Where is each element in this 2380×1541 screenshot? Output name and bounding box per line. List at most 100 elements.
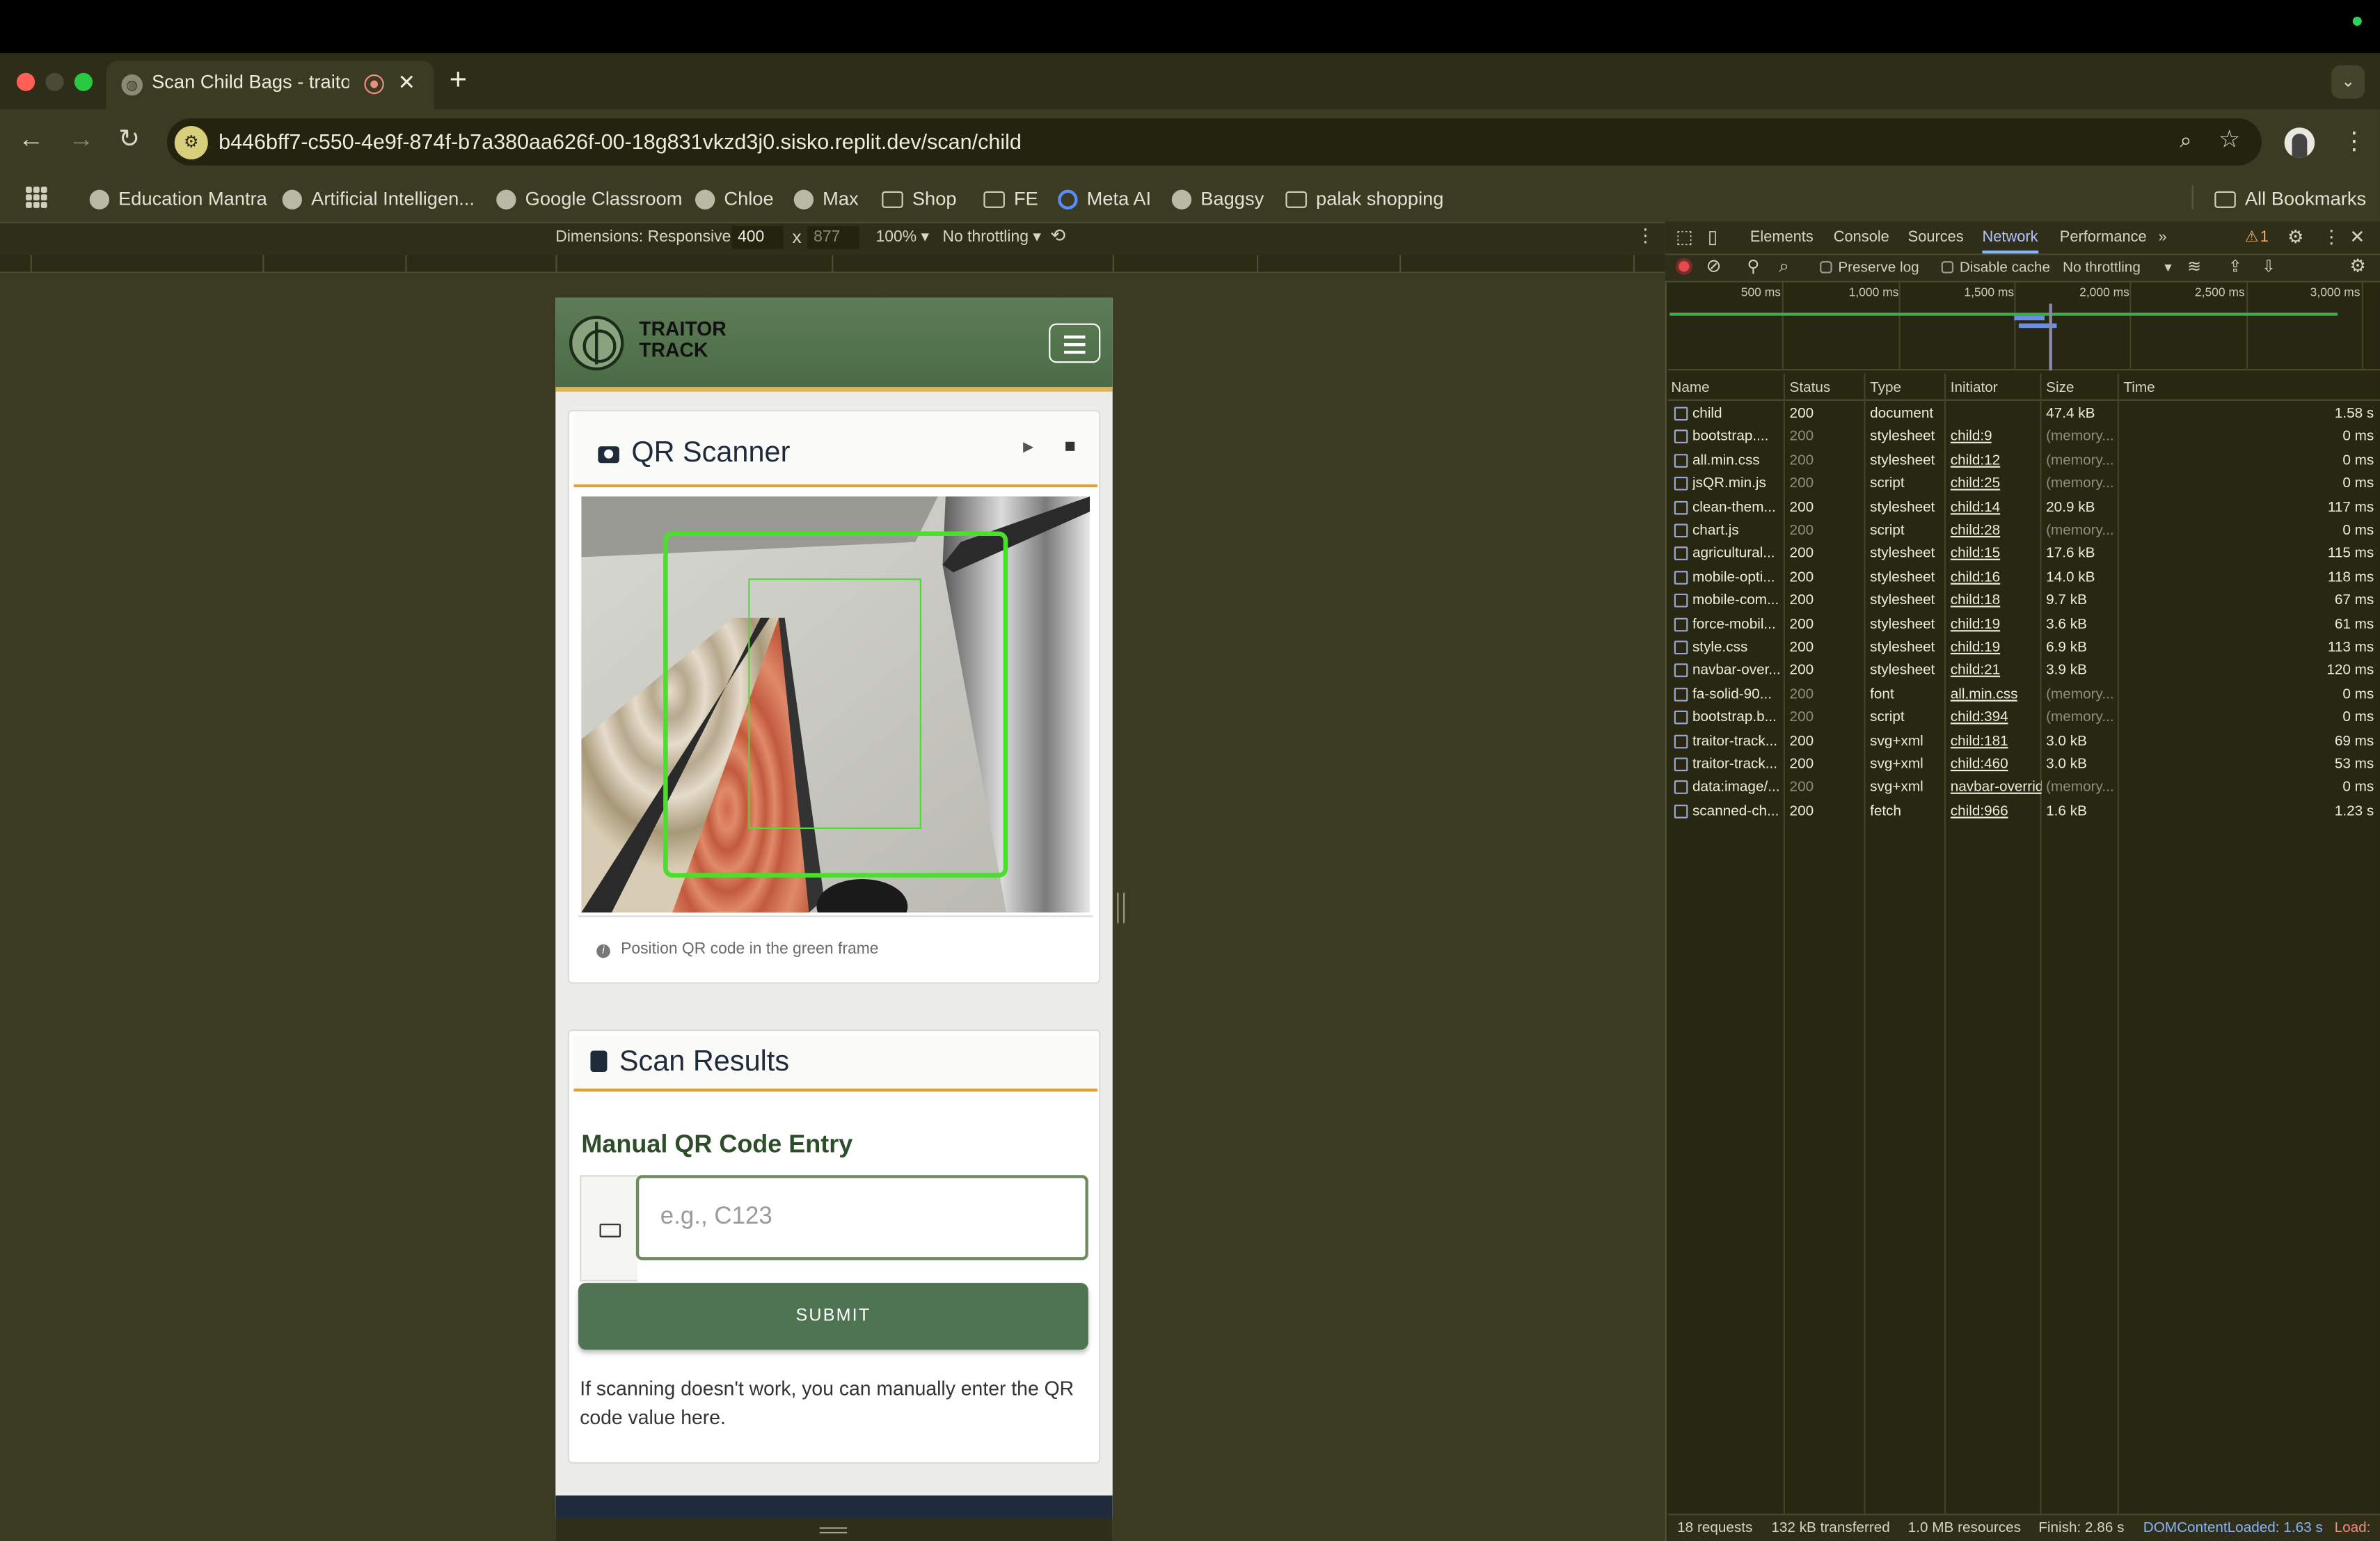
cell-initiator[interactable]: child:19 (1951, 616, 2000, 633)
cell-initiator[interactable]: all.min.css (1951, 686, 2018, 702)
table-row[interactable]: traitor-track... 200 svg+xml child:181 3.0 k… (1668, 729, 2380, 753)
table-row[interactable]: data:image/... 200 svg+xml navbar-overrid (m… (1668, 776, 2380, 800)
cell-initiator[interactable]: child:181 (1951, 733, 2008, 750)
table-row[interactable]: fa-solid-90... 200 font all.min.css (memory.… (1668, 683, 2380, 706)
close-devtools-icon[interactable]: ✕ (2349, 226, 2365, 248)
tab-search-chevron-icon[interactable]: ⌄ (2331, 65, 2365, 99)
table-row[interactable]: bootstrap.b... 200 script child:394 (memory.… (1668, 706, 2380, 730)
preserve-log-checkbox[interactable]: Preserve log (1820, 260, 1919, 276)
table-row[interactable]: clean-them... 200 stylesheet child:14 20.9 k… (1668, 496, 2380, 519)
search-icon[interactable]: ⌕ (1779, 255, 1789, 278)
bookmark-max[interactable]: Max (793, 185, 859, 212)
warning-icon[interactable]: ⚠ (2245, 229, 2259, 246)
table-row[interactable]: bootstrap.... 200 stylesheet child:9 (memory… (1668, 426, 2380, 450)
minimize-window-button[interactable] (45, 72, 64, 91)
url-text[interactable]: b446bff7-c550-4e9f-874f-b7a380aa626f-00-… (219, 129, 1022, 153)
disable-cache-checkbox[interactable]: Disable cache (1941, 260, 2050, 276)
zoom-icon[interactable]: ⌕ (2180, 127, 2191, 153)
zoom-select[interactable]: 100% ▾ (876, 228, 929, 246)
tab-sources[interactable]: Sources (1908, 229, 1964, 246)
table-row[interactable]: mobile-opti... 200 stylesheet child:16 14.0 … (1668, 566, 2380, 590)
filter-icon[interactable]: ⚲ (1747, 257, 1759, 276)
table-row[interactable]: style.css 200 stylesheet child:19 6.9 kB 113 … (1668, 636, 2380, 660)
column-name[interactable]: Name (1671, 379, 1709, 396)
import-har-icon[interactable]: ⇪ (2228, 257, 2242, 276)
network-conditions-icon[interactable]: ≋ (2187, 257, 2201, 276)
cell-initiator[interactable]: child:16 (1951, 569, 2000, 586)
viewport-side-resize-handle[interactable] (1117, 892, 1125, 924)
table-row[interactable]: navbar-over... 200 stylesheet child:21 3.9 k… (1668, 660, 2380, 683)
qr-code-input[interactable] (635, 1175, 1088, 1261)
rotate-icon[interactable]: ⟲ (1050, 225, 1065, 246)
close-tab-icon[interactable]: ✕ (397, 70, 415, 95)
all-bookmarks-button[interactable]: All Bookmarks (2214, 185, 2366, 212)
cell-initiator[interactable]: child:21 (1951, 663, 2000, 679)
table-row[interactable]: chart.js 200 script child:28 (memory... 0 ms (1668, 519, 2380, 543)
settings-gear-icon[interactable]: ⚙ (2287, 226, 2303, 248)
table-row[interactable]: force-mobil... 200 stylesheet child:19 3.6 k… (1668, 613, 2380, 636)
more-tabs-button[interactable]: » (2159, 229, 2167, 246)
cell-initiator[interactable]: child:14 (1951, 499, 2000, 516)
cell-initiator[interactable]: navbar-overrid (1951, 780, 2042, 796)
warnings-count[interactable]: 1 (2260, 229, 2269, 246)
cell-initiator[interactable]: child:25 (1951, 475, 2000, 492)
hamburger-menu-button[interactable] (1049, 323, 1101, 363)
close-window-button[interactable] (16, 72, 35, 91)
table-row[interactable]: all.min.css 200 stylesheet child:12 (memory.… (1668, 449, 2380, 473)
tab-console[interactable]: Console (1834, 229, 1889, 246)
tab-network[interactable]: Network (1982, 229, 2038, 254)
new-tab-button[interactable]: + (450, 64, 467, 99)
bookmark-folder-shop[interactable]: Shop (882, 185, 957, 212)
bookmark-star-icon[interactable]: ☆ (2219, 125, 2240, 155)
column-initiator[interactable]: Initiator (1951, 379, 1998, 396)
cell-initiator[interactable]: child:460 (1951, 756, 2008, 773)
apps-grid-icon[interactable] (26, 187, 47, 208)
inspect-element-icon[interactable]: ⬚ (1676, 226, 1693, 248)
table-row[interactable]: mobile-com... 200 stylesheet child:18 9.7 kB… (1668, 590, 2380, 613)
brand-name[interactable]: TRAITOR TRACK (639, 319, 727, 360)
tab-elements[interactable]: Elements (1750, 229, 1814, 246)
network-throttling-select[interactable]: No throttling (2063, 260, 2141, 276)
clear-icon[interactable]: ⊘ (1706, 255, 1722, 276)
browser-tab-active[interactable]: ◍ Scan Child Bags - traitor t ✕ (106, 61, 434, 110)
profile-avatar[interactable] (2284, 127, 2315, 158)
column-time[interactable]: Time (2123, 379, 2155, 396)
cell-initiator[interactable]: child:28 (1951, 522, 2000, 539)
bookmark-baggsy[interactable]: Baggsy (1171, 185, 1264, 212)
play-button[interactable]: ▶ (1023, 438, 1033, 455)
table-row[interactable]: scanned-ch... 200 fetch child:966 1.6 kB 1.23… (1668, 800, 2380, 823)
site-info-icon[interactable]: ⚙ (174, 126, 208, 160)
cell-initiator[interactable]: child:18 (1951, 592, 2000, 609)
submit-button[interactable]: SUBMIT (578, 1283, 1088, 1350)
bookmark-meta-ai[interactable]: Meta AI (1058, 185, 1151, 212)
cell-initiator[interactable]: child:394 (1951, 709, 2008, 726)
bookmark-google-classroom[interactable]: Google Classroom (496, 185, 682, 212)
cell-initiator[interactable]: child:12 (1951, 452, 2000, 469)
cell-initiator[interactable]: child:966 (1951, 803, 2008, 819)
table-row[interactable]: jsQR.min.js 200 script child:25 (memory... 0 … (1668, 473, 2380, 496)
throttling-select[interactable]: No throttling ▾ (942, 228, 1040, 246)
tab-performance[interactable]: Performance (2060, 229, 2147, 246)
reload-icon[interactable]: ↻ (118, 125, 140, 155)
device-toolbar-menu-icon[interactable]: ⋮ (1636, 225, 1654, 246)
maximize-window-button[interactable] (74, 72, 93, 91)
column-type[interactable]: Type (1870, 379, 1901, 396)
browser-menu-icon[interactable]: ⋮ (2342, 126, 2366, 157)
dimensions-select[interactable]: Dimensions: Responsive ▾ (555, 228, 743, 246)
back-arrow-icon[interactable]: ← (18, 125, 44, 155)
traitor-track-logo-icon[interactable] (569, 315, 624, 371)
bookmark-folder-fe[interactable]: FE (983, 185, 1038, 212)
forward-arrow-icon[interactable]: → (68, 125, 94, 155)
viewport-width-input[interactable]: 400 (731, 226, 784, 249)
viewport-height-input[interactable]: 877 (807, 226, 859, 249)
stop-button[interactable] (1065, 441, 1075, 451)
device-toggle-icon[interactable]: ▯ (1708, 226, 1717, 248)
table-row[interactable]: child 200 document 47.4 kB 1.58 s (1668, 402, 2380, 426)
bookmark-folder-palak-shopping[interactable]: palak shopping (1285, 185, 1443, 212)
devtools-menu-icon[interactable]: ⋮ (2322, 226, 2340, 248)
cell-initiator[interactable]: child:19 (1951, 639, 2000, 656)
bookmark-chloe[interactable]: Chloe (695, 185, 774, 212)
cell-initiator[interactable]: child:15 (1951, 546, 2000, 562)
column-size[interactable]: Size (2046, 379, 2074, 396)
cell-initiator[interactable]: child:9 (1951, 429, 1992, 445)
